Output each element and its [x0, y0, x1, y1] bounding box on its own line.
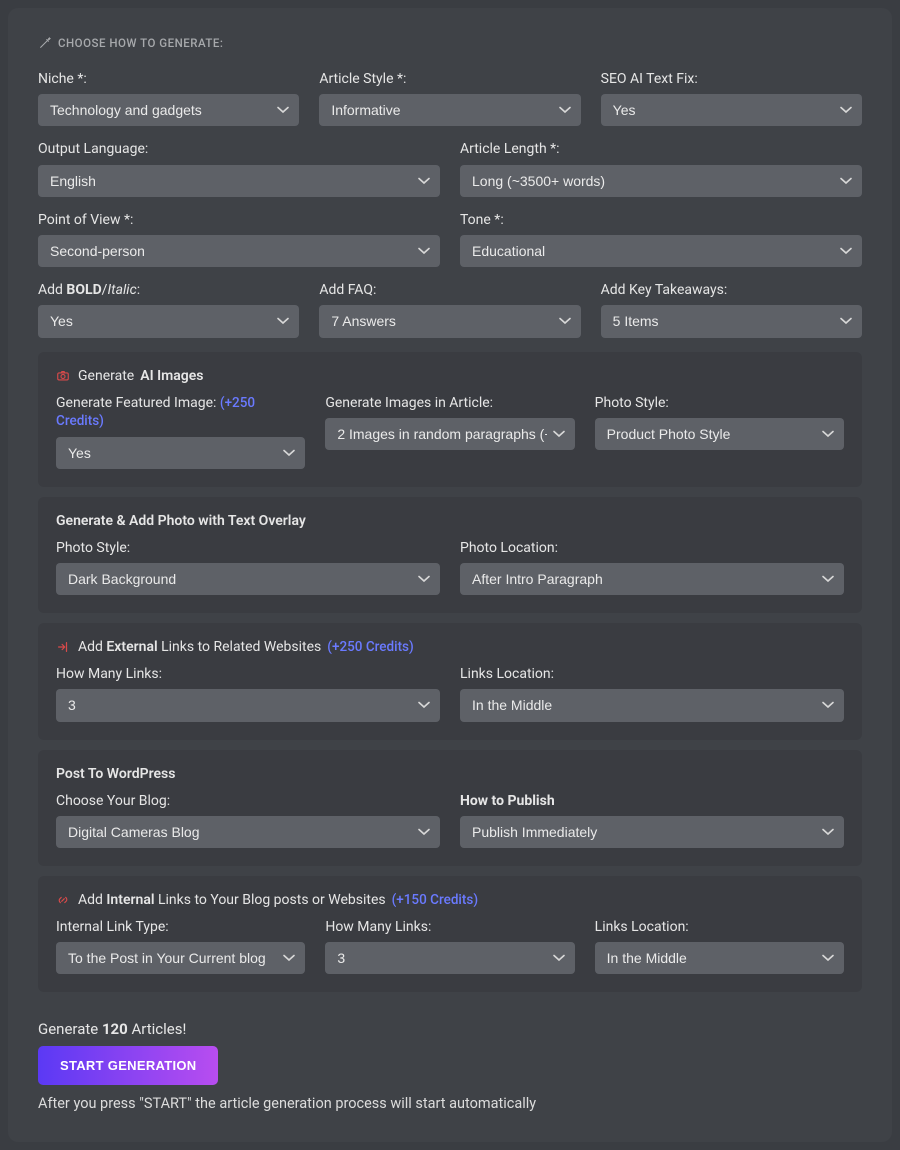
ai-images-subpanel: Generate AI Images Generate Featured Ima…: [38, 352, 862, 487]
bold-italic-label: Add BOLD/Italic:: [38, 281, 299, 299]
internal-location-label: Links Location:: [595, 918, 844, 936]
internal-links-heading: Add Internal Links to Your Blog posts or…: [56, 892, 844, 908]
featured-image-label: Generate Featured Image: (+250 Credits): [56, 394, 305, 431]
faq-select[interactable]: 7 Answers: [319, 305, 580, 337]
ai-photo-style-label: Photo Style:: [595, 394, 844, 412]
wordpress-heading: Post To WordPress: [56, 766, 844, 782]
external-links-subpanel: Add External Links to Related Websites (…: [38, 623, 862, 739]
post-start-note: After you press "START" the article gene…: [38, 1095, 862, 1112]
internal-link-type-select[interactable]: To the Post in Your Current blog: [56, 942, 305, 974]
start-generation-button[interactable]: START GENERATION: [38, 1046, 218, 1085]
generator-panel: CHOOSE HOW TO GENERATE: Niche *: Technol…: [8, 8, 892, 1142]
article-length-select[interactable]: Long (~3500+ words): [460, 165, 862, 197]
niche-label: Niche *:: [38, 70, 299, 88]
external-location-select[interactable]: In the Middle: [460, 689, 844, 721]
article-style-label: Article Style *:: [319, 70, 580, 88]
article-style-select[interactable]: Informative: [319, 94, 580, 126]
row-niche-style-seo: Niche *: Technology and gadgets Article …: [38, 70, 862, 126]
row-bold-faq-takeaways: Add BOLD/Italic: Yes Add FAQ: 7 Answers …: [38, 281, 862, 337]
external-how-many-select[interactable]: 3: [56, 689, 440, 721]
external-link-icon: [56, 640, 70, 654]
featured-image-select[interactable]: Yes: [56, 437, 305, 469]
how-to-publish-select[interactable]: Publish Immediately: [460, 816, 844, 848]
section-heading: CHOOSE HOW TO GENERATE:: [38, 36, 862, 50]
ai-images-heading: Generate AI Images: [56, 368, 844, 384]
seo-fix-select[interactable]: Yes: [601, 94, 862, 126]
images-in-article-label: Generate Images in Article:: [325, 394, 574, 412]
external-location-label: Links Location:: [460, 665, 844, 683]
tone-select[interactable]: Educational: [460, 235, 862, 267]
internal-how-many-label: How Many Links:: [325, 918, 574, 936]
how-to-publish-label: How to Publish: [460, 792, 844, 810]
magic-wand-icon: [38, 36, 52, 50]
generate-count-line: Generate 120 Articles!: [38, 1020, 862, 1038]
external-links-heading: Add External Links to Related Websites (…: [56, 639, 844, 655]
choose-blog-label: Choose Your Blog:: [56, 792, 440, 810]
output-language-label: Output Language:: [38, 140, 440, 158]
text-overlay-heading: Generate & Add Photo with Text Overlay: [56, 513, 844, 529]
overlay-photo-style-label: Photo Style:: [56, 539, 440, 557]
pov-select[interactable]: Second-person: [38, 235, 440, 267]
internal-how-many-select[interactable]: 3: [325, 942, 574, 974]
section-heading-text: CHOOSE HOW TO GENERATE:: [58, 36, 223, 50]
overlay-location-select[interactable]: After Intro Paragraph: [460, 563, 844, 595]
overlay-location-label: Photo Location:: [460, 539, 844, 557]
link-icon: [56, 893, 70, 907]
key-takeaways-label: Add Key Takeaways:: [601, 281, 862, 299]
internal-link-type-label: Internal Link Type:: [56, 918, 305, 936]
bold-italic-select[interactable]: Yes: [38, 305, 299, 337]
tone-label: Tone *:: [460, 211, 862, 229]
external-links-credits: (+250 Credits): [327, 639, 413, 655]
faq-label: Add FAQ:: [319, 281, 580, 299]
images-in-article-select[interactable]: 2 Images in random paragraphs (+500: [325, 418, 574, 450]
row-lang-length: Output Language: English Article Length …: [38, 140, 862, 196]
ai-photo-style-select[interactable]: Product Photo Style: [595, 418, 844, 450]
seo-fix-label: SEO AI Text Fix:: [601, 70, 862, 88]
internal-location-select[interactable]: In the Middle: [595, 942, 844, 974]
article-length-label: Article Length *:: [460, 140, 862, 158]
pov-label: Point of View *:: [38, 211, 440, 229]
overlay-photo-style-select[interactable]: Dark Background: [56, 563, 440, 595]
output-language-select[interactable]: English: [38, 165, 440, 197]
internal-links-credits: (+150 Credits): [392, 892, 478, 908]
text-overlay-subpanel: Generate & Add Photo with Text Overlay P…: [38, 497, 862, 613]
row-pov-tone: Point of View *: Second-person Tone *: E…: [38, 211, 862, 267]
summary-block: Generate 120 Articles! START GENERATION …: [38, 1020, 862, 1112]
external-how-many-label: How Many Links:: [56, 665, 440, 683]
wordpress-subpanel: Post To WordPress Choose Your Blog: Digi…: [38, 750, 862, 866]
camera-icon: [56, 369, 70, 383]
niche-select[interactable]: Technology and gadgets: [38, 94, 299, 126]
key-takeaways-select[interactable]: 5 Items: [601, 305, 862, 337]
choose-blog-select[interactable]: Digital Cameras Blog: [56, 816, 440, 848]
internal-links-subpanel: Add Internal Links to Your Blog posts or…: [38, 876, 862, 992]
